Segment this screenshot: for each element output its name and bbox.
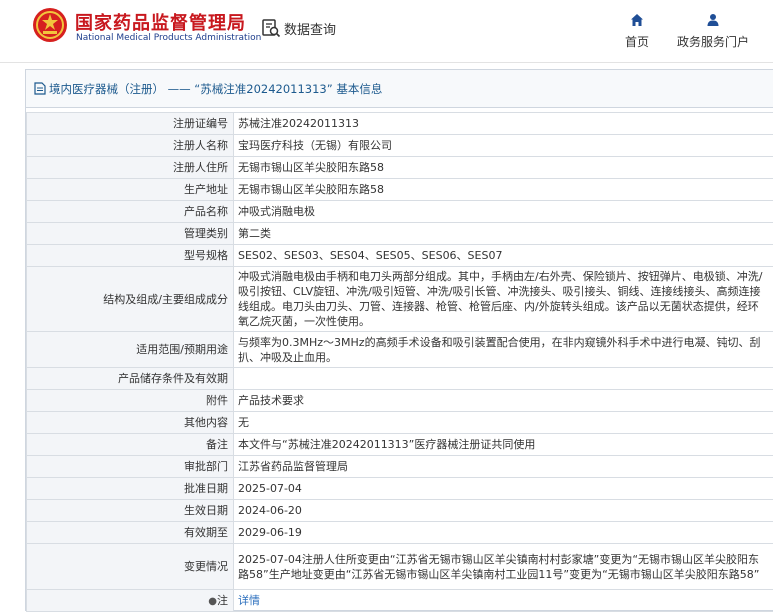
home-icon [630, 13, 644, 27]
table-row: 适用范围/预期用途与频率为0.3MHz～3MHz的高频手术设备和吸引装置配合使用… [27, 332, 773, 368]
nav-home[interactable]: 首页 [620, 13, 654, 50]
field-label: 型号规格 [27, 245, 234, 267]
table-row: 有效期至2029-06-19 [27, 522, 773, 544]
table-row: 注册人住所无锡市锡山区羊尖胶阳东路58 [27, 157, 773, 179]
field-value: 第二类 [234, 223, 773, 245]
table-row: 附件产品技术要求 [27, 390, 773, 412]
data-query-label: 数据查询 [284, 19, 336, 38]
field-value: SES02、SES03、SES04、SES05、SES06、SES07 [234, 245, 773, 267]
nav-gov-label: 政务服务门户 [677, 35, 749, 49]
field-label: 其他内容 [27, 412, 234, 434]
field-label: 产品储存条件及有效期 [27, 368, 234, 390]
field-value: 冲吸式消融电极 [234, 201, 773, 223]
nav-home-label: 首页 [625, 35, 649, 49]
table-row: 审批部门江苏省药品监督管理局 [27, 456, 773, 478]
field-label: 有效期至 [27, 522, 234, 544]
field-value: 与频率为0.3MHz～3MHz的高频手术设备和吸引装置配合使用，在非内窥镜外科手… [234, 332, 773, 368]
brand-name-cn: 国家药品监督管理局 [75, 9, 246, 35]
note-value-cell: 详情 [234, 590, 773, 612]
field-label: 产品名称 [27, 201, 234, 223]
field-label: 注册证编号 [27, 113, 234, 135]
table-row: 结构及组成/主要组成成分冲吸式消融电极由手柄和电刀头两部分组成。其中，手柄由左/… [27, 267, 773, 332]
table-row: 备注本文件与“苏械注准20242011313”医疗器械注册证共同使用 [27, 434, 773, 456]
detail-panel: 境内医疗器械（注册） —— “苏械注准20242011313” 基本信息 注册证… [25, 69, 773, 611]
field-value: 无锡市锡山区羊尖胶阳东路58 [234, 157, 773, 179]
table-row: 型号规格SES02、SES03、SES04、SES05、SES06、SES07 [27, 245, 773, 267]
field-value [234, 368, 773, 390]
field-label: 变更情况 [27, 544, 234, 590]
field-value: 江苏省药品监督管理局 [234, 456, 773, 478]
data-query-icon [261, 18, 281, 38]
field-value: 无锡市锡山区羊尖胶阳东路58 [234, 179, 773, 201]
brand-name-en: National Medical Products Administration [76, 33, 261, 43]
field-label: 生效日期 [27, 500, 234, 522]
field-label: 批准日期 [27, 478, 234, 500]
table-row: 产品名称冲吸式消融电极 [27, 201, 773, 223]
nav-gov-service-portal[interactable]: 政务服务门户 [676, 13, 750, 50]
note-row: ●注详情 [27, 590, 773, 612]
field-value: 2024-06-20 [234, 500, 773, 522]
note-label: 注 [217, 594, 228, 607]
user-icon [706, 13, 720, 27]
panel-title: 境内医疗器械（注册） —— “苏械注准20242011313” 基本信息 [49, 81, 382, 97]
table-row: 批准日期2025-07-04 [27, 478, 773, 500]
field-value: 产品技术要求 [234, 390, 773, 412]
field-label: 管理类别 [27, 223, 234, 245]
field-value: 冲吸式消融电极由手柄和电刀头两部分组成。其中，手柄由左/右外壳、保险锁片、按钮弹… [234, 267, 773, 332]
field-label: 附件 [27, 390, 234, 412]
table-row: 产品储存条件及有效期 [27, 368, 773, 390]
table-row: 变更情况2025-07-04注册人住所变更由“江苏省无锡市锡山区羊尖镇南村村彭家… [27, 544, 773, 590]
note-label-cell: ●注 [27, 590, 234, 612]
field-value: 宝玛医疗科技（无锡）有限公司 [234, 135, 773, 157]
table-row: 管理类别第二类 [27, 223, 773, 245]
field-value: 2025-07-04 [234, 478, 773, 500]
table-row: 生产地址无锡市锡山区羊尖胶阳东路58 [27, 179, 773, 201]
field-label: 注册人住所 [27, 157, 234, 179]
table-row: 注册证编号苏械注准20242011313 [27, 113, 773, 135]
header-divider [0, 62, 773, 63]
national-emblem-icon [32, 7, 68, 43]
field-value: 2025-07-04注册人住所变更由“江苏省无锡市锡山区羊尖镇南村村彭家塘”变更… [234, 544, 773, 590]
field-value: 2029-06-19 [234, 522, 773, 544]
table-row: 注册人名称宝玛医疗科技（无锡）有限公司 [27, 135, 773, 157]
document-icon [34, 82, 46, 95]
field-label: 结构及组成/主要组成成分 [27, 267, 234, 332]
field-value: 无 [234, 412, 773, 434]
field-label: 适用范围/预期用途 [27, 332, 234, 368]
field-label: 备注 [27, 434, 234, 456]
data-query-link[interactable]: 数据查询 [261, 17, 336, 39]
table-row: 其他内容无 [27, 412, 773, 434]
table-row: 生效日期2024-06-20 [27, 500, 773, 522]
panel-title-bar: 境内医疗器械（注册） —— “苏械注准20242011313” 基本信息 [26, 70, 773, 108]
pin-icon: ● [208, 596, 217, 607]
field-value: 苏械注准20242011313 [234, 113, 773, 135]
field-value: 本文件与“苏械注准20242011313”医疗器械注册证共同使用 [234, 434, 773, 456]
field-label: 生产地址 [27, 179, 234, 201]
field-label: 注册人名称 [27, 135, 234, 157]
detail-table: 注册证编号苏械注准20242011313注册人名称宝玛医疗科技（无锡）有限公司注… [26, 112, 773, 612]
site-header: 国家药品监督管理局 National Medical Products Admi… [0, 0, 773, 62]
field-label: 审批部门 [27, 456, 234, 478]
